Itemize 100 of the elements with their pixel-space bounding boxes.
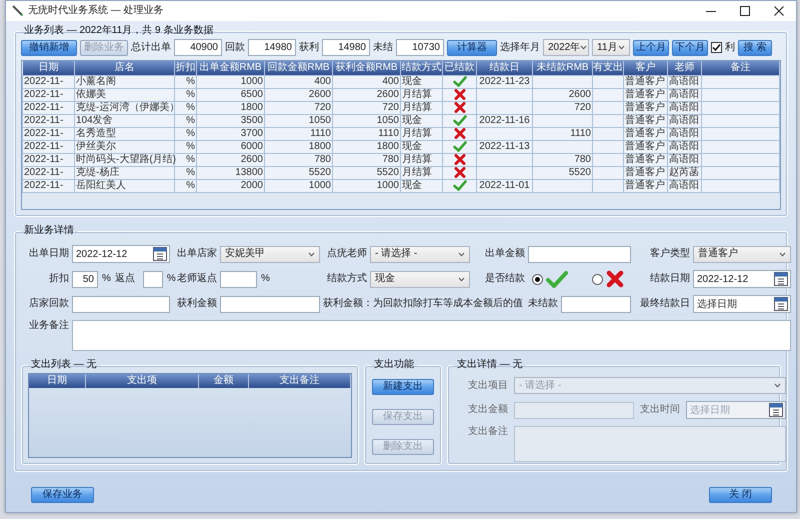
caret-icon (774, 383, 781, 388)
column-header[interactable]: 回款金额RMB (264, 61, 332, 75)
table-cell: 普通客户 (624, 153, 668, 166)
table-cell: 普通客户 (624, 101, 668, 114)
table-cell: 2022-11- (22, 88, 74, 101)
table-cell: 2600 (532, 88, 592, 101)
input-field[interactable] (561, 296, 631, 312)
radio-button[interactable] (532, 274, 543, 284)
cross-icon (606, 270, 624, 288)
table-cell: 1110 (264, 127, 332, 140)
input-field[interactable]: 50 (72, 270, 98, 288)
field-label: 获利金额 (176, 298, 217, 310)
button[interactable]: 新建支出 (372, 379, 434, 395)
field-label: 选择年月 (500, 42, 540, 54)
table-cell: 依娜美 (74, 88, 174, 101)
button[interactable]: 撤销新增 (21, 40, 77, 56)
close-icon (774, 6, 784, 16)
column-header[interactable]: 备注 (702, 61, 780, 75)
column-header[interactable]: 有支出 (592, 61, 624, 75)
column-header[interactable]: 未结款RMB (532, 61, 592, 75)
button[interactable]: 上个月 (633, 40, 669, 56)
text-area[interactable] (72, 320, 791, 351)
checkbox[interactable] (711, 42, 722, 53)
button[interactable]: 下个月 (672, 40, 708, 56)
table-cell: 普通客户 (624, 88, 668, 101)
input-field[interactable] (220, 270, 257, 288)
field-label: % (102, 273, 111, 285)
column-header[interactable]: 出单金额RMB (196, 61, 264, 75)
table-cell: 2022-11- (22, 153, 74, 166)
input-field[interactable]: 14980 (322, 39, 370, 56)
button[interactable]: 关 闭 (709, 487, 772, 503)
table-cell: 400 (332, 75, 400, 88)
button[interactable]: 计算器 (447, 40, 497, 56)
dropdown[interactable]: 现金 (370, 270, 470, 288)
field-label: 支出时间 (640, 404, 680, 416)
input-field[interactable]: 10730 (396, 39, 444, 56)
column-header[interactable]: 日期 (22, 61, 74, 75)
column-header[interactable]: 结款方式 (400, 61, 442, 75)
table-cell: 2022-11- (22, 179, 74, 192)
check-icon (546, 270, 568, 288)
dropdown[interactable]: 2022年 (543, 39, 589, 56)
input-field[interactable]: 40900 (174, 39, 222, 56)
table-cell: 高语阳 (668, 88, 702, 101)
input-field[interactable] (142, 270, 163, 288)
column-header[interactable]: 金额 (199, 374, 249, 388)
dropdown[interactable]: 11月 (592, 39, 630, 56)
field-label: 最终结款日 (639, 298, 690, 310)
column-header[interactable]: 老师 (668, 61, 702, 75)
table-cell: 780 (264, 153, 332, 166)
field-label: 支出备注 (467, 426, 508, 438)
column-header[interactable]: 获利金额RMB (332, 61, 400, 75)
column-header[interactable]: 支出项 (86, 374, 199, 388)
group-title: 支出功能 (373, 359, 415, 371)
column-header[interactable]: 日期 (29, 374, 86, 388)
window-title: 无疣时代业务系统 — 处理业务 (28, 5, 165, 17)
button[interactable]: 搜 索 (738, 40, 772, 56)
caret-icon (458, 276, 465, 282)
column-header[interactable]: 折扣 (174, 61, 196, 75)
pen-icon (12, 5, 24, 17)
radio-button[interactable] (592, 274, 603, 284)
group-title: 支出列表 — 无 (30, 359, 98, 371)
table-cell: 2022-11- (22, 127, 74, 140)
field-label: 支出金额 (467, 404, 508, 416)
table-cell: 克缇-杨庄 (74, 166, 174, 179)
column-header[interactable]: 支出备注 (249, 374, 351, 388)
table-cell: 现金 (400, 140, 442, 153)
button[interactable]: 保存业务 (31, 487, 94, 503)
dropdown[interactable]: 普通客户 (693, 246, 791, 262)
field-label: 是否结款 (484, 273, 525, 285)
column-header[interactable]: 结款日 (476, 61, 532, 75)
maximize-icon (740, 6, 750, 16)
table-cell: 月结算 (400, 101, 442, 114)
dropdown[interactable]: - 请选择 - (370, 246, 470, 262)
table-cell: 1000 (332, 179, 400, 192)
field-label: 客户类型 (649, 248, 690, 260)
table-cell: 现金 (400, 179, 442, 192)
field-label: 折扣 (48, 273, 69, 285)
table-cell: 1110 (332, 127, 400, 140)
table-cell: 月结算 (400, 166, 442, 179)
table-cell: 普通客户 (624, 127, 668, 140)
input-field[interactable] (528, 246, 631, 262)
group-title: 新业务详情 (23, 225, 75, 237)
table-cell: 400 (264, 75, 332, 88)
table-cell: 2600 (196, 153, 264, 166)
table-cell: 时尚码头-大望路(月结) (74, 153, 174, 166)
input-field[interactable]: 14980 (248, 39, 296, 56)
input-field[interactable] (72, 296, 170, 312)
caret-icon (580, 45, 588, 50)
column-header[interactable]: 店名 (74, 61, 174, 75)
column-header[interactable]: 已结款 (442, 61, 476, 75)
table-cell: 1800 (332, 140, 400, 153)
dropdown[interactable]: 安妮美甲 (220, 246, 320, 262)
input-field[interactable] (220, 296, 320, 312)
table-cell: 普通客户 (624, 114, 668, 127)
column-header[interactable]: 客户 (624, 61, 668, 75)
table-cell: 1000 (196, 75, 264, 88)
table-cell: 5520 (264, 166, 332, 179)
table-cell: 1800 (196, 101, 264, 114)
table-cell: 1000 (264, 179, 332, 192)
table-cell: 2600 (264, 88, 332, 101)
